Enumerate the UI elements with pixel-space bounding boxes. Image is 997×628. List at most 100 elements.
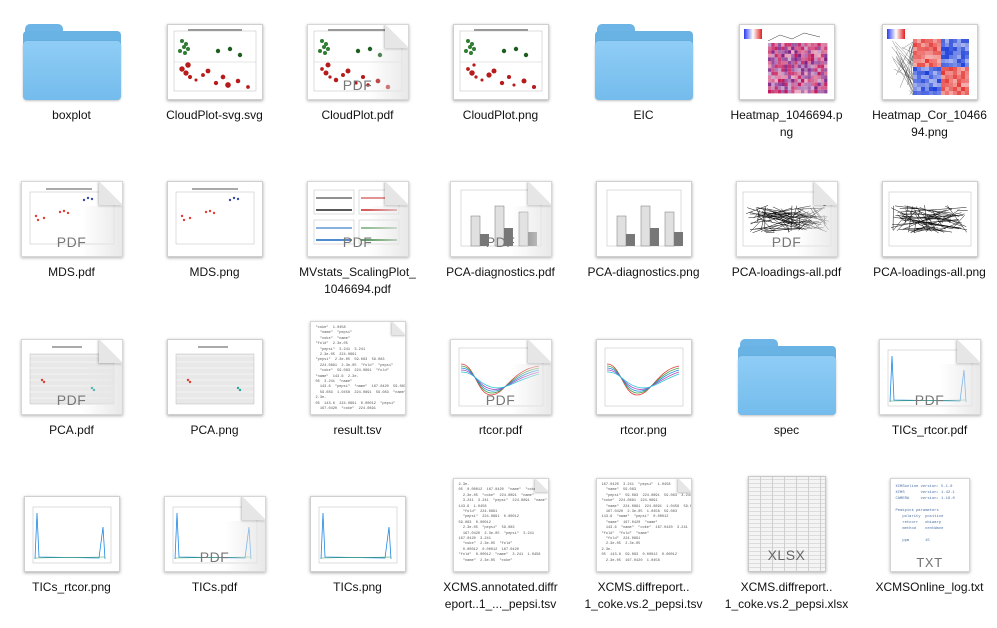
png-thumbnail-icon[interactable] [715,6,858,100]
file-item[interactable]: PDF CloudPlot.pdf [286,6,429,156]
file-item[interactable]: PCA.png [143,321,286,471]
file-name-label[interactable]: MVstats_ScalingPlot_1046694.pdf [288,264,427,298]
pdf-document-icon[interactable]: PDF [0,321,143,415]
png-thumbnail-icon[interactable] [286,478,429,572]
png-thumbnail-icon[interactable] [858,163,997,257]
pdf-document-icon[interactable]: PDF [0,163,143,257]
file-name-label[interactable]: MDS.png [145,264,284,281]
file-preview [597,340,691,414]
pdf-document-icon[interactable]: PDF [143,478,286,572]
file-item[interactable]: Heatmap_1046694.png [715,6,858,156]
file-item[interactable]: PDF MVstats_ScalingPlot_1046694.pdf [286,163,429,313]
file-item[interactable]: PDF TICs_rtcor.pdf [858,321,997,471]
file-name-label[interactable]: PCA.png [145,422,284,439]
xlsx-document-icon[interactable]: XLSX [715,478,858,572]
file-name-label[interactable]: result.tsv [288,422,427,439]
file-item[interactable]: rtcor.png [572,321,715,471]
file-name-line: Heatmap_Cor_10466 [860,107,997,124]
file-item[interactable]: boxplot [0,6,143,156]
file-item[interactable]: "coke" 1.0458 "name" "pepsi" "coke" "nam… [286,321,429,471]
file-name-line: CloudPlot.pdf [288,107,427,124]
file-item[interactable]: PDF PCA-loadings-all.pdf [715,163,858,313]
file-name-label[interactable]: TICs_rtcor.png [2,579,141,596]
file-type-badge: PDF [22,392,122,408]
file-name-label[interactable]: Heatmap_1046694.png [717,107,856,141]
file-name-line: rtcor.png [574,422,713,439]
file-name-label[interactable]: PCA.pdf [2,422,141,439]
file-name-label[interactable]: spec [717,422,856,439]
png-thumbnail-icon[interactable] [143,163,286,257]
file-preview [168,340,262,414]
file-item[interactable]: XCMSonline version: 5.1.0XCMS version: 1… [858,478,997,628]
file-name-label[interactable]: XCMS.diffreport..1_coke.vs.2_pepsi.xlsx [717,579,856,613]
file-item[interactable]: PCA-loadings-all.png [858,163,997,313]
file-name-label[interactable]: CloudPlot.png [431,107,570,124]
png-thumbnail-icon[interactable] [858,6,997,100]
file-name-line: TICs_rtcor.png [2,579,141,596]
file-name-label[interactable]: boxplot [2,107,141,124]
file-item[interactable]: PCA-diagnostics.png [572,163,715,313]
png-thumbnail-icon[interactable] [143,321,286,415]
file-item[interactable]: PDF PCA-diagnostics.pdf [429,163,572,313]
svg-thumbnail-icon[interactable] [143,6,286,100]
file-name-line: EIC [574,107,713,124]
file-item[interactable]: XLSX XCMS.diffreport..1_coke.vs.2_pepsi.x… [715,478,858,628]
png-thumbnail-icon[interactable] [429,6,572,100]
pdf-document-icon[interactable]: PDF [286,6,429,100]
pdf-document-icon[interactable]: PDF [715,163,858,257]
pdf-document-icon[interactable]: PDF [286,163,429,257]
file-name-label[interactable]: XCMS.diffreport..1_coke.vs.2_pepsi.tsv [574,579,713,613]
file-item[interactable]: EIC [572,6,715,156]
file-name-label[interactable]: XCMSOnline_log.txt [860,579,997,596]
png-thumbnail-icon[interactable] [0,478,143,572]
file-name-label[interactable]: PCA-diagnostics.png [574,264,713,281]
folder-icon[interactable] [0,6,143,100]
file-item[interactable]: TICs_rtcor.png [0,478,143,628]
file-name-label[interactable]: rtcor.png [574,422,713,439]
file-item[interactable]: 2.3e-05 0.00012 167.0420 "name" "coke" 2… [429,478,572,628]
file-item[interactable]: PDF MDS.pdf [0,163,143,313]
file-name-label[interactable]: Heatmap_Cor_1046694.png [860,107,997,141]
file-name-label[interactable]: PCA-loadings-all.png [860,264,997,281]
folder-icon[interactable] [715,321,858,415]
file-preview [25,497,119,571]
file-item[interactable]: TICs.png [286,478,429,628]
file-item[interactable]: Heatmap_Cor_1046694.png [858,6,997,156]
file-item[interactable]: spec [715,321,858,471]
png-thumbnail-icon[interactable] [572,163,715,257]
pdf-document-icon[interactable]: PDF [858,321,997,415]
png-thumbnail-icon[interactable] [572,321,715,415]
file-type-badge: PDF [880,392,980,408]
file-name-line: XCMSOnline_log.txt [860,579,997,596]
file-item[interactable]: CloudPlot-svg.svg [143,6,286,156]
file-item[interactable]: MDS.png [143,163,286,313]
file-name-line: MVstats_ScalingPlot_ [288,264,427,281]
file-item[interactable]: CloudPlot.png [429,6,572,156]
file-name-label[interactable]: PCA-loadings-all.pdf [717,264,856,281]
file-name-label[interactable]: TICs.pdf [145,579,284,596]
file-type-badge: PDF [451,392,551,408]
pdf-document-icon[interactable]: PDF [429,163,572,257]
file-name-label[interactable]: PCA-diagnostics.pdf [431,264,570,281]
file-item[interactable]: 167.0420 3.241 "pepsi" 1.0458 "name" 59.… [572,478,715,628]
file-preview [740,25,834,99]
txt-document-icon[interactable]: XCMSonline version: 5.1.0XCMS version: 1… [858,478,997,572]
file-name-label[interactable]: CloudPlot-svg.svg [145,107,284,124]
file-name-label[interactable]: rtcor.pdf [431,422,570,439]
file-item[interactable]: PDF PCA.pdf [0,321,143,471]
file-name-line: spec [717,422,856,439]
file-item[interactable]: PDF rtcor.pdf [429,321,572,471]
tsv-document-icon[interactable]: 2.3e-05 0.00012 167.0420 "name" "coke" 2… [429,478,572,572]
file-preview [883,182,977,256]
file-item[interactable]: PDF TICs.pdf [143,478,286,628]
file-name-label[interactable]: TICs_rtcor.pdf [860,422,997,439]
pdf-document-icon[interactable]: PDF [429,321,572,415]
file-name-label[interactable]: TICs.png [288,579,427,596]
file-name-label[interactable]: EIC [574,107,713,124]
file-name-label[interactable]: CloudPlot.pdf [288,107,427,124]
file-name-label[interactable]: MDS.pdf [2,264,141,281]
tsv-document-icon[interactable]: 167.0420 3.241 "pepsi" 1.0458 "name" 59.… [572,478,715,572]
file-name-label[interactable]: XCMS.annotated.diffreport..1_..._pepsi.t… [431,579,570,613]
folder-icon[interactable] [572,6,715,100]
tsv-document-icon[interactable]: "coke" 1.0458 "name" "pepsi" "coke" "nam… [286,321,429,415]
